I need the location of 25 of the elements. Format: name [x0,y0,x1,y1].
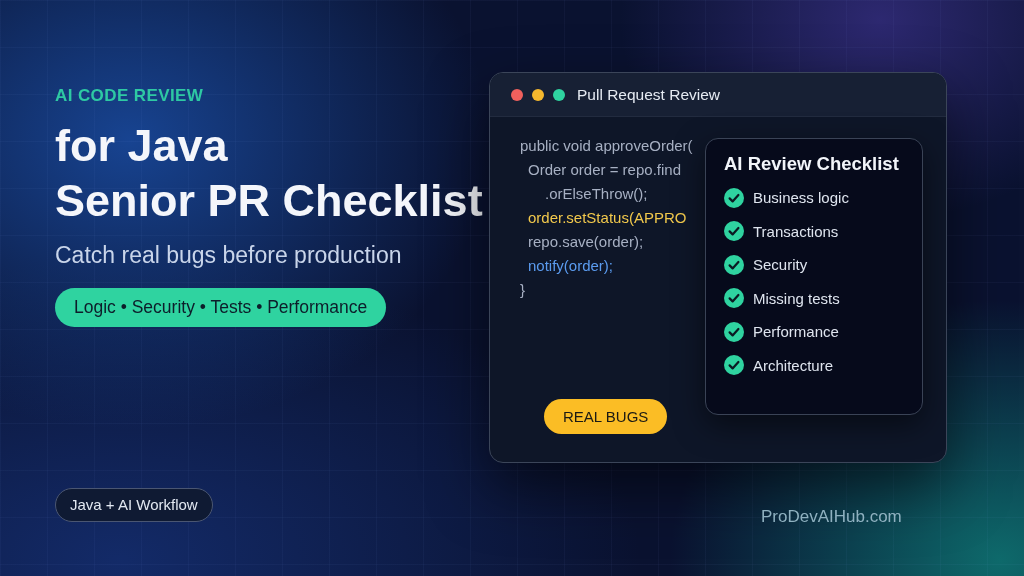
checklist-item: Security [753,256,808,274]
window-title: Pull Request Review [577,85,720,104]
topics-pill: Logic • Security • Tests • Performance [55,288,387,327]
code-line: .orElseThrow(); [545,184,648,204]
window-close-icon[interactable] [511,88,523,101]
workflow-pill: Java + AI Workflow [55,488,213,522]
checklist-item: Architecture [753,356,834,374]
bugs-badge: REAL BUGS [544,399,668,434]
checklist-item: Transactions [753,222,839,240]
window-zoom-icon[interactable] [553,88,565,101]
code-line: Order order = repo.find [528,160,681,180]
code-line: repo.save(order); [528,232,644,252]
checklist-item: Performance [753,323,839,341]
eyebrow-label: AI CODE REVIEW [55,86,204,106]
code-line: } [520,280,525,300]
code-line: public void approveOrder( [520,136,693,156]
checklist-title: AI Review Checklist [724,152,900,176]
subtitle: Catch real bugs before production [55,241,402,270]
checklist-item: Business logic [753,189,849,207]
site-address: ProDevAIHub.com [761,507,902,527]
window-minimize-icon[interactable] [532,88,544,101]
code-line: notify(order); [528,256,614,276]
code-line: order.setStatus(APPRO [528,208,687,228]
headline: for Java Senior PR Checklist [55,119,483,228]
checklist-item: Missing tests [753,289,840,307]
